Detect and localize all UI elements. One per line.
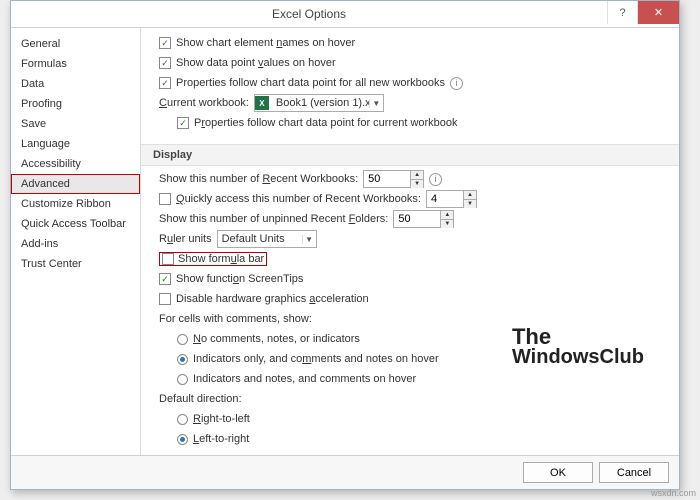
sidebar-item-formulas[interactable]: Formulas	[11, 54, 140, 74]
show-formula-bar-checkbox[interactable]	[162, 253, 174, 265]
ruler-units-combo[interactable]: Default Units▼	[217, 230, 317, 248]
rtl-radio[interactable]	[177, 414, 188, 425]
properties-current-checkbox[interactable]	[177, 117, 189, 129]
content-pane[interactable]: Show chart element names on hover Show d…	[141, 28, 679, 455]
sidebar-item-proofing[interactable]: Proofing	[11, 94, 140, 114]
source-tag: wsxdn.com	[651, 488, 696, 498]
sidebar-item-customize-ribbon[interactable]: Customize Ribbon	[11, 194, 140, 214]
data-point-values-checkbox[interactable]	[159, 57, 171, 69]
sidebar-item-advanced[interactable]: Advanced	[11, 174, 140, 194]
help-button[interactable]: ?	[607, 1, 637, 24]
info-icon[interactable]: i	[429, 173, 442, 186]
recent-folders-input[interactable]	[393, 210, 441, 228]
show-formula-bar-highlight: Show formula bar	[159, 252, 267, 266]
screentips-label: Show function ScreenTips	[176, 273, 303, 285]
excel-icon: X	[255, 96, 269, 110]
display-group-header: Display	[141, 144, 679, 166]
properties-all-checkbox[interactable]	[159, 77, 171, 89]
dialog-footer: OK Cancel	[11, 455, 679, 489]
sidebar-item-data[interactable]: Data	[11, 74, 140, 94]
show-formula-bar-label: Show formula bar	[178, 253, 264, 265]
sidebar-item-addins[interactable]: Add-ins	[11, 234, 140, 254]
opt-label: Indicators only, and comments and notes …	[193, 353, 439, 365]
comments-indicators-radio[interactable]	[177, 354, 188, 365]
recent-workbooks-label: Show this number of Recent Workbooks:	[159, 173, 358, 185]
ruler-units-label: Ruler units	[159, 233, 212, 245]
current-workbook-label: Current workbook:	[159, 97, 249, 109]
chevron-down-icon: ▼	[369, 99, 383, 108]
titlebar: Excel Options ? ✕	[11, 1, 679, 28]
chevron-down-icon: ▼	[302, 235, 316, 244]
ok-button[interactable]: OK	[523, 462, 593, 483]
opt-label: Left-to-right	[193, 433, 249, 445]
comments-notes-radio[interactable]	[177, 374, 188, 385]
properties-all-label: Properties follow chart data point for a…	[176, 77, 445, 89]
sidebar-item-quick-access-toolbar[interactable]: Quick Access Toolbar	[11, 214, 140, 234]
quick-access-label: Quickly access this number of Recent Wor…	[176, 193, 421, 205]
disable-hw-label: Disable hardware graphics acceleration	[176, 293, 369, 305]
data-point-values-label: Show data point values on hover	[176, 57, 336, 69]
screentips-checkbox[interactable]	[159, 273, 171, 285]
opt-label: No comments, notes, or indicators	[193, 333, 360, 345]
ltr-radio[interactable]	[177, 434, 188, 445]
quick-access-spinner[interactable]: ▲▼	[426, 190, 477, 208]
info-icon[interactable]: i	[450, 77, 463, 90]
sidebar-item-general[interactable]: General	[11, 34, 140, 54]
quick-access-checkbox[interactable]	[159, 193, 171, 205]
sidebar-item-language[interactable]: Language	[11, 134, 140, 154]
chart-element-names-label: Show chart element names on hover	[176, 37, 355, 49]
window-title: Excel Options	[11, 7, 607, 21]
direction-label: Default direction:	[159, 393, 242, 405]
comments-label: For cells with comments, show:	[159, 313, 312, 325]
comments-none-radio[interactable]	[177, 334, 188, 345]
category-sidebar: General Formulas Data Proofing Save Lang…	[11, 28, 141, 455]
recent-workbooks-spinner[interactable]: ▲▼	[363, 170, 424, 188]
sidebar-item-save[interactable]: Save	[11, 114, 140, 134]
excel-options-dialog: Excel Options ? ✕ General Formulas Data …	[10, 0, 680, 490]
recent-folders-spinner[interactable]: ▲▼	[393, 210, 454, 228]
spin-down-icon[interactable]: ▼	[411, 180, 423, 188]
chart-element-names-checkbox[interactable]	[159, 37, 171, 49]
properties-current-label: Properties follow chart data point for c…	[194, 117, 458, 129]
quick-access-input[interactable]	[426, 190, 464, 208]
sidebar-item-accessibility[interactable]: Accessibility	[11, 154, 140, 174]
recent-workbooks-input[interactable]	[363, 170, 411, 188]
opt-label: Indicators and notes, and comments on ho…	[193, 373, 416, 385]
close-button[interactable]: ✕	[637, 1, 679, 24]
current-workbook-combo[interactable]: XBook1 (version 1).xl…▼	[254, 94, 384, 112]
recent-folders-label: Show this number of unpinned Recent Fold…	[159, 213, 388, 225]
opt-label: Right-to-left	[193, 413, 250, 425]
spin-up-icon[interactable]: ▲	[411, 171, 423, 180]
disable-hw-checkbox[interactable]	[159, 293, 171, 305]
cancel-button[interactable]: Cancel	[599, 462, 669, 483]
sidebar-item-trust-center[interactable]: Trust Center	[11, 254, 140, 274]
